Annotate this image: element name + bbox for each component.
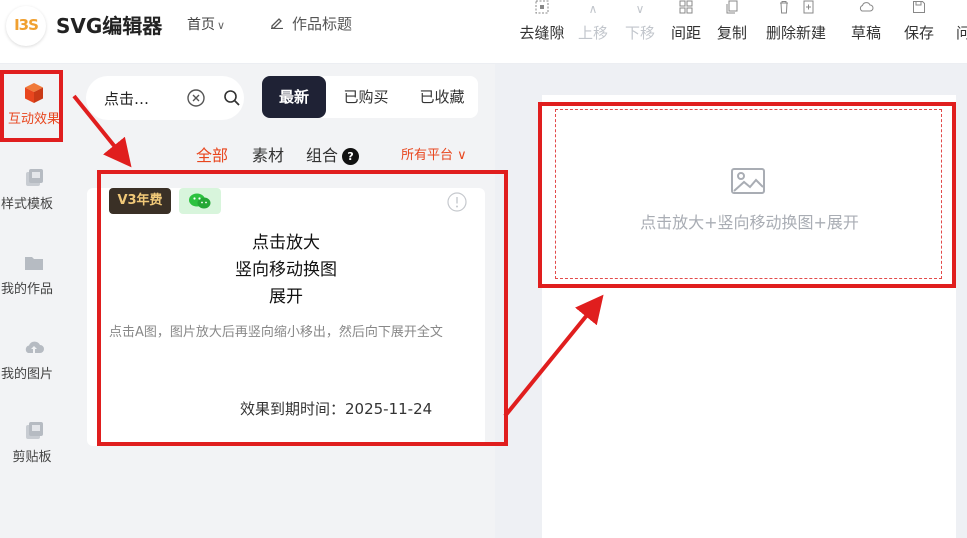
copy-icon: [715, 0, 749, 22]
editor-page: I3S SVG编辑器 首页 ∨ 作品标题 去缝隙 ∧ 上移 ∨ 下移 间距 复制…: [0, 0, 967, 538]
sidebar-item-label: 剪贴板: [12, 450, 52, 465]
sidebar-item-clipboard[interactable]: 剪贴板: [0, 420, 68, 465]
sidebar-item-my-images[interactable]: 我的图片: [0, 337, 68, 382]
arrow-up-icon: ∧: [588, 2, 598, 16]
clear-icon[interactable]: [186, 88, 206, 108]
category-tab-combo[interactable]: 组合?: [306, 142, 360, 166]
toolbar-move-down-label: 下移: [624, 24, 655, 42]
work-title-label: 作品标题: [292, 15, 353, 33]
cloud-upload-icon: [23, 337, 45, 359]
toolbar-draft-label: 草稿: [850, 24, 881, 42]
logo-text: I3S: [14, 16, 39, 34]
toolbar-help-label: 问: [956, 24, 967, 42]
arrow-down-icon: ∨: [635, 2, 645, 16]
sidebar-item-style-templates[interactable]: 样式模板: [0, 167, 68, 212]
category-tab-materials[interactable]: 素材: [252, 142, 284, 166]
spacing-icon: [669, 0, 703, 22]
toolbar-save-button[interactable]: 保存: [902, 0, 936, 50]
category-tab-combo-label: 组合: [306, 146, 339, 165]
cloud-icon: [849, 0, 883, 22]
toolbar-move-down-button[interactable]: ∨ 下移: [623, 0, 657, 50]
folder-icon: [23, 252, 45, 274]
home-menu-label: 首页: [187, 17, 215, 33]
home-menu[interactable]: 首页 ∨: [187, 14, 225, 34]
work-title[interactable]: 作品标题: [270, 13, 352, 34]
chevron-down-icon: ∨: [217, 19, 226, 32]
gap-icon: [517, 0, 567, 22]
toolbar-copy-button[interactable]: 复制: [715, 0, 749, 50]
toolbar-help-button[interactable]: 问: [956, 0, 967, 50]
sort-tab-favorited[interactable]: 已收藏: [406, 76, 478, 118]
toolbar-move-up-button[interactable]: ∧ 上移: [576, 0, 610, 50]
search-icon[interactable]: [222, 88, 242, 108]
toolbar-save-label: 保存: [903, 24, 934, 42]
sort-tab-latest[interactable]: 最新: [262, 76, 326, 118]
sidebar-item-label: 我的作品: [0, 282, 53, 297]
help-icon: [956, 0, 967, 22]
question-icon[interactable]: ?: [342, 148, 360, 165]
toolbar-delete-new-button[interactable]: 删除新建: [762, 0, 830, 50]
top-bar: I3S SVG编辑器 首页 ∨ 作品标题 去缝隙 ∧ 上移 ∨ 下移 间距 复制…: [0, 0, 967, 64]
pencil-icon: [270, 15, 284, 33]
toolbar-spacing-button[interactable]: 间距: [669, 0, 703, 50]
category-tab-all[interactable]: 全部: [196, 142, 228, 166]
sort-tabs: 最新 已购买 已收藏: [262, 76, 478, 118]
annotation-highlight-canvas: [538, 102, 956, 288]
toolbar-gap-button[interactable]: 去缝隙: [517, 0, 567, 50]
trash-icon: [762, 0, 830, 22]
sort-tab-purchased[interactable]: 已购买: [330, 76, 402, 118]
toolbar-draft-button[interactable]: 草稿: [849, 0, 883, 50]
toolbar-copy-label: 复制: [716, 24, 747, 42]
app-logo[interactable]: I3S: [6, 6, 46, 46]
sidebar-item-my-works[interactable]: 我的作品: [0, 252, 68, 297]
template-icon: [23, 167, 45, 189]
toolbar-gap-label: 去缝隙: [519, 24, 565, 42]
toolbar-spacing-label: 间距: [670, 24, 701, 42]
toolbar-move-up-label: 上移: [577, 24, 608, 42]
chevron-down-icon: ∨: [453, 148, 467, 163]
save-icon: [902, 0, 936, 22]
annotation-highlight-card: [97, 170, 508, 446]
toolbar-delete-new-label: 删除新建: [765, 24, 826, 42]
platform-filter-label: 所有平台: [401, 148, 454, 163]
app-title: SVG编辑器: [56, 14, 163, 38]
annotation-highlight-sidebar: [0, 70, 63, 142]
platform-filter[interactable]: 所有平台 ∨: [401, 144, 467, 163]
sidebar-item-label: 我的图片: [0, 367, 53, 382]
sidebar-item-label: 样式模板: [0, 197, 53, 212]
clipboard-icon: [23, 420, 45, 442]
search-box[interactable]: 点击…: [86, 76, 244, 120]
search-input[interactable]: 点击…: [104, 88, 149, 109]
